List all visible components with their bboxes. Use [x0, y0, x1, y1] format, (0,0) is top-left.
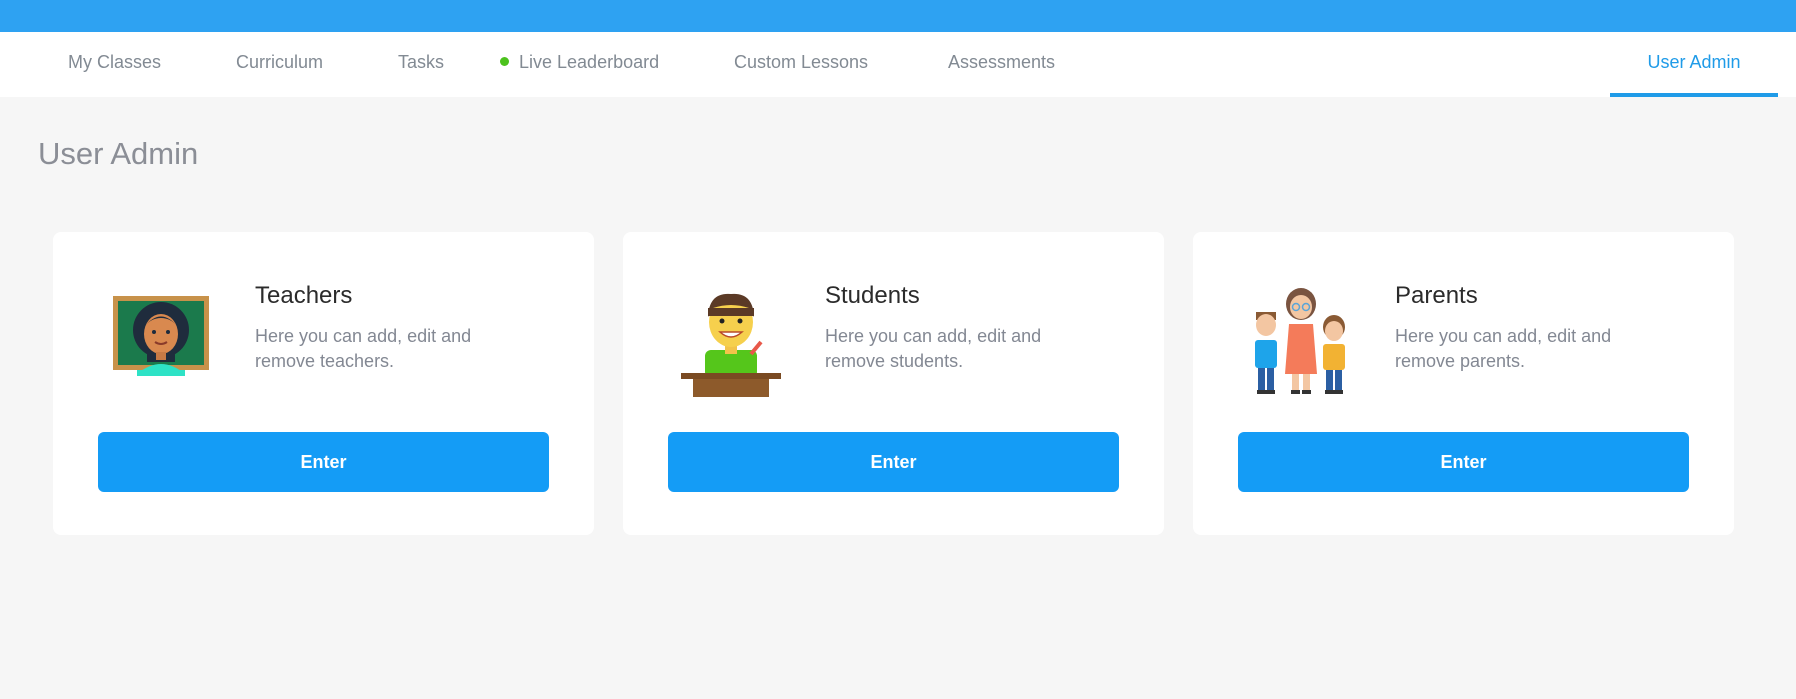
nav-user-admin[interactable]: User Admin [1610, 32, 1778, 97]
card-title: Parents [1395, 282, 1478, 309]
nav-live-leaderboard-label: Live Leaderboard [519, 52, 660, 72]
nav-custom-lessons[interactable]: Custom Lessons [734, 32, 868, 97]
teacher-illustration-icon [111, 282, 211, 397]
parents-enter-button[interactable]: Enter [1238, 432, 1689, 492]
nav-live-leaderboard[interactable]: Live Leaderboard [500, 32, 659, 97]
main-nav: My Classes Curriculum Tasks Live Leaderb… [0, 32, 1796, 97]
card-title: Teachers [255, 282, 353, 309]
nav-assessments[interactable]: Assessments [948, 32, 1055, 97]
parents-illustration-icon [1251, 282, 1351, 397]
nav-my-classes[interactable]: My Classes [68, 32, 161, 97]
nav-user-admin-label: User Admin [1647, 52, 1741, 72]
card-description: Here you can add, edit and remove parent… [1395, 326, 1612, 371]
teachers-card: Teachers Here you can add, edit and remo… [53, 232, 594, 535]
card-description: Here you can add, edit and remove studen… [825, 326, 1042, 371]
student-illustration-icon [681, 282, 781, 397]
card-description: Here you can add, edit and remove teache… [255, 326, 472, 371]
card-title: Students [825, 282, 920, 309]
parents-card: Parents Here you can add, edit and remov… [1193, 232, 1734, 535]
live-indicator-icon [500, 57, 509, 66]
nav-tasks[interactable]: Tasks [398, 32, 444, 97]
top-bar [0, 0, 1796, 32]
teachers-enter-button[interactable]: Enter [98, 432, 549, 492]
active-tab-underline [1610, 93, 1778, 97]
nav-curriculum[interactable]: Curriculum [236, 32, 323, 97]
students-enter-button[interactable]: Enter [668, 432, 1119, 492]
page-title: User Admin [38, 136, 199, 171]
students-card: Students Here you can add, edit and remo… [623, 232, 1164, 535]
